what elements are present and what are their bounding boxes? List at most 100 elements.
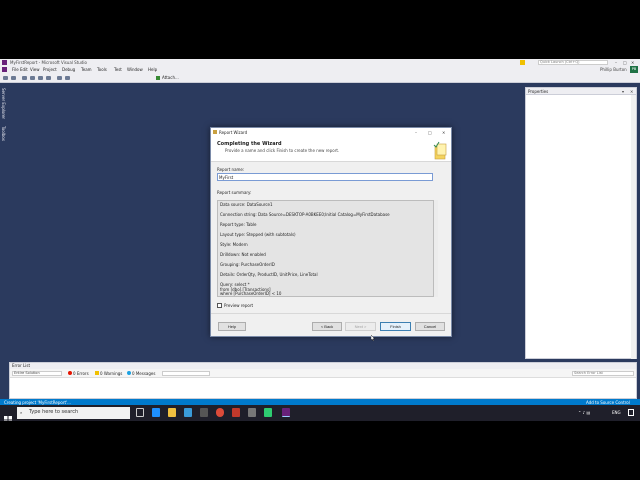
- maximize-icon[interactable]: □: [623, 60, 627, 65]
- wizard-app-icon: [213, 130, 217, 134]
- summary-line: Details: OrderQty, ProductID, UnitPrice,…: [220, 272, 318, 277]
- vs-logo-icon: [2, 60, 7, 65]
- dialog-divider: [211, 313, 451, 314]
- report-summary-label: Report summary:: [217, 190, 252, 195]
- error-icon: [68, 371, 72, 375]
- report-wizard-dialog: Report Wizard – □ ✕ Completing the Wizar…: [210, 127, 452, 342]
- dialog-title-bar: Report Wizard – □ ✕: [211, 128, 451, 137]
- dialog-minimize-icon[interactable]: –: [415, 130, 417, 135]
- summary-scrollbar[interactable]: [434, 200, 438, 297]
- preview-report-checkbox[interactable]: [217, 303, 222, 308]
- vs-title-bar: MyFirstReport - Microsoft Visual Studio …: [0, 59, 640, 66]
- menu-window[interactable]: Window: [127, 67, 143, 72]
- menu-team[interactable]: Team: [81, 67, 92, 72]
- summary-line: Grouping: PurchaseOrderID: [220, 262, 275, 267]
- messages-filter[interactable]: 0 Messages: [132, 371, 155, 376]
- avatar[interactable]: PB: [630, 66, 638, 73]
- error-list-toolbar: Entire Solution 0 Errors 0 Warnings 0 Me…: [10, 369, 636, 378]
- mouse-cursor-icon: [370, 326, 376, 342]
- undo-icon[interactable]: [57, 76, 62, 80]
- menu-bar: File Edit View Project Debug Team Tools …: [0, 66, 640, 73]
- dialog-maximize-icon[interactable]: □: [428, 130, 432, 135]
- help-button[interactable]: Help: [218, 322, 246, 331]
- properties-close-icon[interactable]: ✕: [630, 89, 633, 94]
- source-control-button[interactable]: Add to Source Control: [586, 400, 630, 405]
- menu-tools[interactable]: Tools: [97, 67, 107, 72]
- app-green-icon[interactable]: [264, 408, 272, 417]
- summary-line: Report type: Table: [220, 222, 257, 227]
- finish-button[interactable]: Finish: [380, 322, 411, 331]
- properties-panel: Properties ▾ ✕: [525, 87, 637, 359]
- dialog-close-icon[interactable]: ✕: [442, 130, 445, 135]
- report-name-label: Report name:: [217, 167, 245, 172]
- filter-icon[interactable]: [520, 60, 525, 65]
- pin-icon[interactable]: ▾: [622, 89, 624, 94]
- attach-button[interactable]: Attach...: [162, 75, 179, 80]
- store-icon[interactable]: [184, 408, 192, 417]
- new-project-icon[interactable]: [22, 76, 27, 80]
- taskbar-search[interactable]: ⌕ Type here to search: [17, 407, 130, 419]
- status-text: Creating project 'MyFirstReport'...: [4, 399, 71, 405]
- back-nav-icon[interactable]: [3, 76, 8, 80]
- properties-scrollbar[interactable]: [631, 95, 636, 359]
- toolbar: Attach...: [0, 73, 640, 83]
- user-name[interactable]: Phillip Burton: [600, 67, 627, 72]
- save-icon[interactable]: [38, 76, 43, 80]
- properties-header: Properties ▾ ✕: [526, 88, 636, 95]
- tray-language[interactable]: ENG: [612, 410, 621, 415]
- build-filter-select[interactable]: [162, 371, 210, 376]
- report-summary-box[interactable]: Data source: DataSource1 Connection stri…: [217, 200, 434, 297]
- play-icon[interactable]: [156, 76, 160, 80]
- report-name-input[interactable]: MyFirst: [217, 173, 433, 181]
- cancel-button[interactable]: Cancel: [415, 322, 445, 331]
- report-name-value: MyFirst: [219, 175, 234, 180]
- edge-icon[interactable]: [152, 408, 160, 417]
- notifications-icon[interactable]: [628, 409, 634, 416]
- tray-icons[interactable]: ⌃ ♪ ▤: [578, 410, 590, 415]
- close-icon[interactable]: ✕: [631, 60, 634, 65]
- wizard-heading: Completing the Wizard: [217, 141, 282, 147]
- error-search-input[interactable]: Search Error List: [572, 371, 634, 376]
- message-icon: [127, 371, 131, 375]
- menu-file[interactable]: File: [12, 67, 19, 72]
- dialog-title: Report Wizard: [219, 130, 248, 135]
- forward-nav-icon[interactable]: [11, 76, 16, 80]
- visual-studio-icon[interactable]: [282, 408, 290, 417]
- task-view-icon[interactable]: [136, 408, 144, 417]
- search-icon: ⌕: [20, 410, 23, 415]
- side-tool-strip: Server Explorer Toolbox: [0, 84, 8, 361]
- dialog-header: Completing the Wizard Provide a name and…: [211, 137, 451, 162]
- app-red-icon[interactable]: [232, 408, 240, 417]
- wizard-subheading: Provide a name and click Finish to creat…: [225, 148, 340, 153]
- app-gray-icon[interactable]: [248, 408, 256, 417]
- summary-line: Layout type: Stepped (with subtotals): [220, 232, 296, 237]
- menu-view[interactable]: View: [30, 67, 40, 72]
- quick-launch-input[interactable]: Quick Launch (Ctrl+Q): [538, 60, 608, 65]
- vs-menu-logo-icon: [2, 67, 7, 72]
- chrome-icon[interactable]: [216, 408, 224, 417]
- back-button[interactable]: < Back: [312, 322, 342, 331]
- errors-filter[interactable]: 0 Errors: [73, 371, 89, 376]
- open-icon[interactable]: [30, 76, 35, 80]
- minimize-icon[interactable]: –: [615, 60, 617, 65]
- summary-line: Drilldown: Not enabled: [220, 252, 266, 257]
- media-icon[interactable]: [200, 408, 208, 417]
- warnings-filter[interactable]: 0 Warnings: [100, 371, 122, 376]
- menu-edit[interactable]: Edit: [20, 67, 28, 72]
- menu-project[interactable]: Project: [43, 67, 57, 72]
- summary-line: where [PurchaseOrderID] < 10: [220, 291, 282, 296]
- save-all-icon[interactable]: [46, 76, 51, 80]
- taskbar-search-placeholder: Type here to search: [29, 409, 79, 415]
- summary-line: Data source: DataSource1: [220, 202, 273, 207]
- menu-test[interactable]: Test: [114, 67, 122, 72]
- file-explorer-icon[interactable]: [168, 408, 176, 417]
- menu-help[interactable]: Help: [148, 67, 157, 72]
- start-icon[interactable]: [4, 409, 12, 421]
- server-explorer-tab[interactable]: Server Explorer: [1, 88, 6, 119]
- window-title: MyFirstReport - Microsoft Visual Studio: [10, 60, 87, 65]
- menu-debug[interactable]: Debug: [62, 67, 75, 72]
- scope-select[interactable]: Entire Solution: [12, 371, 62, 376]
- summary-line: Style: Modern: [220, 242, 248, 247]
- redo-icon[interactable]: [65, 76, 70, 80]
- toolbox-tab[interactable]: Toolbox: [1, 126, 6, 141]
